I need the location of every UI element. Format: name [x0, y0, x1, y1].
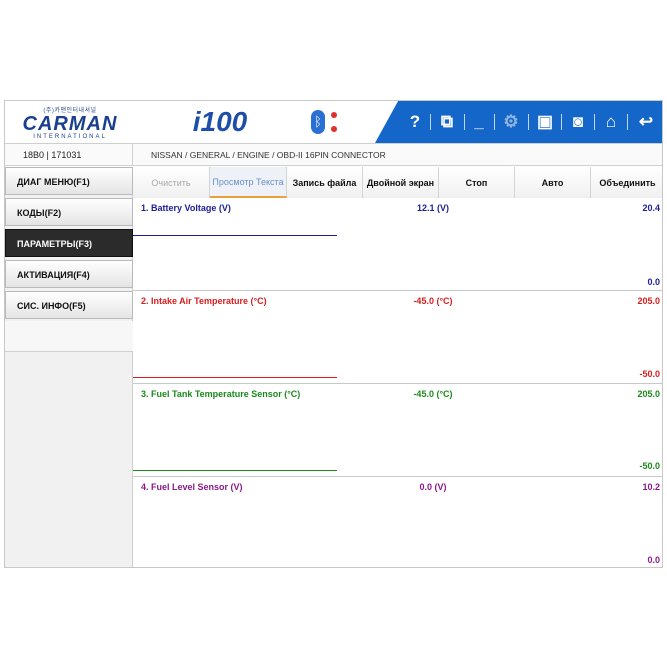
- bluetooth-icon: ᛒ: [311, 110, 325, 134]
- graph-panel[interactable]: 2. Intake Air Temperature (°C) -45.0 (°C…: [133, 291, 662, 384]
- parameter-name: 3. Fuel Tank Temperature Sensor (°C): [141, 389, 301, 399]
- help-icon[interactable]: ?: [405, 111, 425, 133]
- graph-panel[interactable]: 4. Fuel Level Sensor (V) 0.0 (V) 10.2 0.…: [133, 477, 662, 567]
- dual-screen-button[interactable]: Двойной экран: [363, 167, 439, 198]
- toolbar-divider: [627, 114, 628, 130]
- sidebar-item-codes[interactable]: КОДЫ(F2): [5, 198, 133, 226]
- parameter-name: 2. Intake Air Temperature (°C): [141, 296, 267, 306]
- merge-button[interactable]: Объединить: [591, 167, 662, 198]
- parameter-value: -45.0 (°C): [413, 296, 453, 306]
- auto-button[interactable]: Авто: [515, 167, 591, 198]
- axis-min-label: -50.0: [639, 369, 660, 379]
- parameter-name: 1. Battery Voltage (V): [141, 203, 231, 213]
- sidebar-item-activation[interactable]: АКТИВАЦИЯ(F4): [5, 260, 133, 288]
- parameter-name: 4. Fuel Level Sensor (V): [141, 482, 243, 492]
- signal-trace: [133, 377, 337, 378]
- parameter-graphs: 1. Battery Voltage (V) 12.1 (V) 20.4 0.0…: [133, 198, 662, 567]
- save-icon[interactable]: ▣: [533, 111, 557, 133]
- stop-button[interactable]: Стоп: [439, 167, 515, 198]
- sidebar-item-sys-info[interactable]: СИС. ИНФО(F5): [5, 291, 133, 319]
- action-bar: Очистить Просмотр Текста Запись файла Дв…: [133, 167, 662, 198]
- model-name: i100: [192, 106, 248, 137]
- toolbar-divider: [528, 114, 529, 130]
- toolbar-divider: [494, 114, 495, 130]
- graph-panel[interactable]: 1. Battery Voltage (V) 12.1 (V) 20.4 0.0: [133, 198, 662, 291]
- carman-logo: (주)카맨인터내셔널 CARMAN INTERNATIONAL: [11, 105, 129, 140]
- app-header: (주)카맨인터내셔널 CARMAN INTERNATIONAL i100 ᛒ ?…: [5, 101, 662, 144]
- text-view-button[interactable]: Просмотр Текста: [210, 167, 287, 198]
- logo-brand-text: CARMAN: [22, 113, 118, 135]
- camera-icon[interactable]: ◙: [566, 111, 590, 133]
- sidebar-item-parameters[interactable]: ПАРАМЕТРЫ(F3): [5, 229, 133, 257]
- back-icon[interactable]: ↩: [634, 111, 658, 133]
- sidebar-item-diag-menu[interactable]: ДИАГ МЕНЮ(F1): [5, 167, 133, 195]
- signal-trace: [133, 235, 337, 236]
- axis-max-label: 10.2: [642, 482, 660, 492]
- status-led-icon: [331, 126, 337, 132]
- axis-max-label: 205.0: [637, 296, 660, 306]
- parameter-value: 0.0 (V): [419, 482, 447, 492]
- window-icon[interactable]: ⧉: [435, 111, 459, 133]
- record-file-button[interactable]: Запись файла: [287, 167, 363, 198]
- axis-min-label: 0.0: [647, 277, 660, 287]
- axis-min-label: 0.0: [647, 555, 660, 565]
- scan-tool-window: (주)카맨인터내셔널 CARMAN INTERNATIONAL i100 ᛒ ?…: [4, 100, 663, 568]
- home-icon[interactable]: ⌂: [599, 111, 623, 133]
- graph-panel[interactable]: 3. Fuel Tank Temperature Sensor (°C) -45…: [133, 384, 662, 477]
- clear-button[interactable]: Очистить: [133, 167, 210, 198]
- minimize-icon[interactable]: _: [469, 111, 489, 133]
- status-led-icon: [331, 112, 337, 118]
- axis-max-label: 205.0: [637, 389, 660, 399]
- toolbar-divider: [430, 114, 431, 130]
- parameter-value: 12.1 (V): [416, 203, 449, 213]
- info-bar: 18B0 | 171031 NISSAN / GENERAL / ENGINE …: [5, 144, 662, 166]
- toolbar-divider: [594, 114, 595, 130]
- parameter-value: -45.0 (°C): [413, 389, 453, 399]
- top-toolbar: ? ⧉ _ ⚙ ▣ ◙ ⌂ ↩: [375, 101, 662, 143]
- toolbar-divider: [561, 114, 562, 130]
- breadcrumb: NISSAN / GENERAL / ENGINE / OBD-II 16PIN…: [151, 150, 386, 160]
- signal-trace: [133, 470, 337, 471]
- sidebar: ДИАГ МЕНЮ(F1) КОДЫ(F2) ПАРАМЕТРЫ(F3) АКТ…: [5, 167, 133, 567]
- sidebar-spacer: [5, 321, 133, 352]
- axis-max-label: 20.4: [642, 203, 660, 213]
- toolbar-divider: [464, 114, 465, 130]
- axis-min-label: -50.0: [639, 461, 660, 471]
- vehicle-id: 18B0 | 171031: [5, 144, 133, 166]
- settings-icon[interactable]: ⚙: [499, 111, 523, 133]
